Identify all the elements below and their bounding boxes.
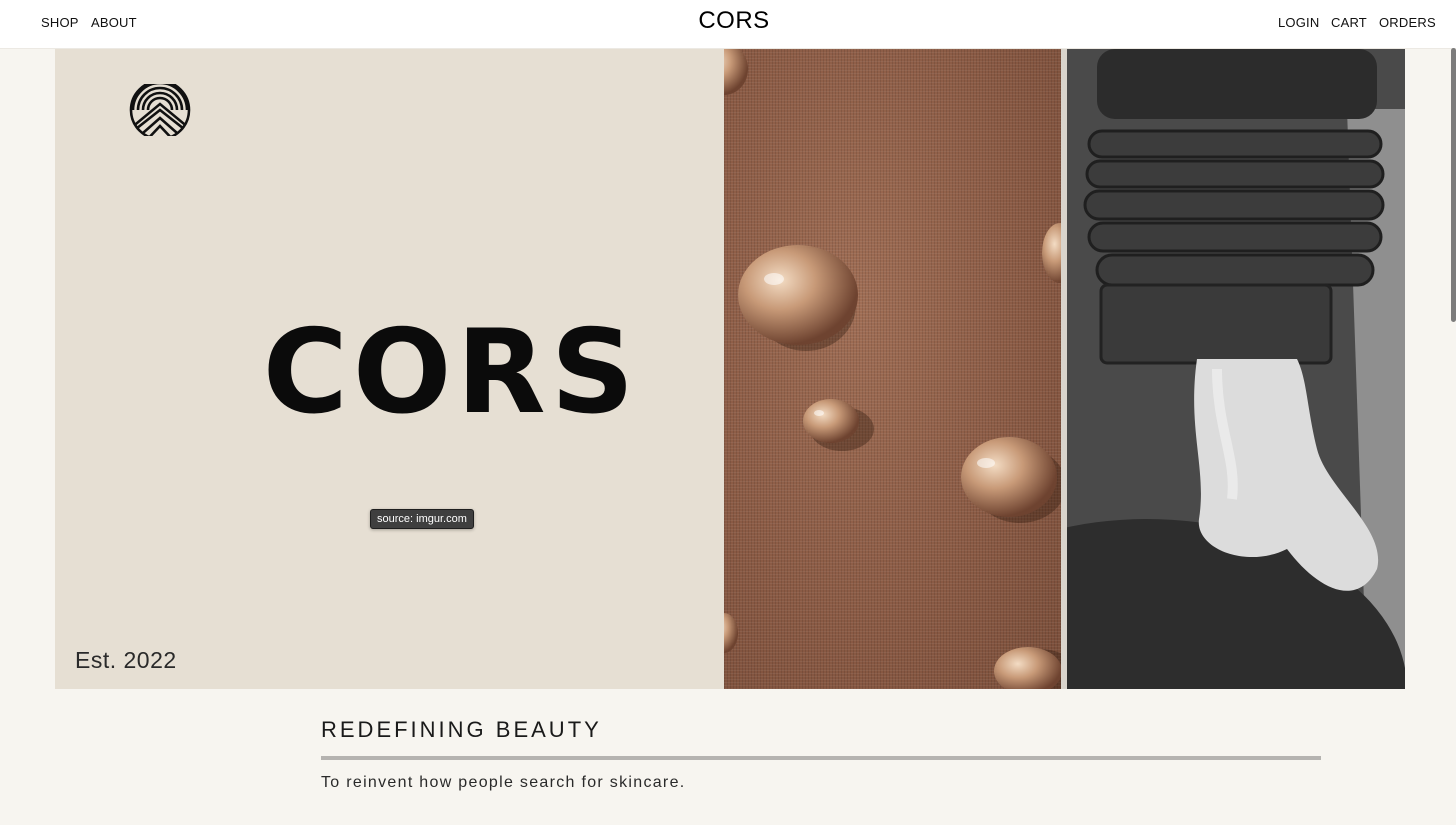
established-label: Est. 2022 (75, 647, 177, 673)
nav-login-link[interactable]: LOGIN (1278, 15, 1319, 30)
mission-heading: REDEFINING BEAUTY (321, 717, 602, 742)
water-droplets-on-fabric-photo (724, 49, 1061, 689)
nav-orders-link[interactable]: ORDERS (1379, 15, 1436, 30)
top-navigation-bar: SHOP ABOUT CORS LOGIN CART ORDERS (0, 0, 1456, 49)
page-scrollbar[interactable] (1451, 48, 1456, 322)
skincare-tube-with-cream-photo (1067, 49, 1405, 689)
hero-brand-panel: CORS source: imgur.com Est. 2022 (55, 49, 724, 689)
mission-section: REDEFINING BEAUTY To reinvent how people… (321, 716, 1321, 792)
hero-banner: CORS source: imgur.com Est. 2022 (55, 49, 1405, 689)
nav-cart-link[interactable]: CART (1331, 15, 1367, 30)
mission-statement: To reinvent how people search for skinca… (321, 774, 686, 791)
mission-divider (321, 756, 1321, 760)
image-source-tooltip: source: imgur.com (370, 509, 474, 529)
mountain-sun-emblem-icon (129, 84, 191, 136)
brand-logo-link[interactable]: CORS (0, 7, 1456, 35)
hero-wordmark: CORS (262, 305, 640, 440)
